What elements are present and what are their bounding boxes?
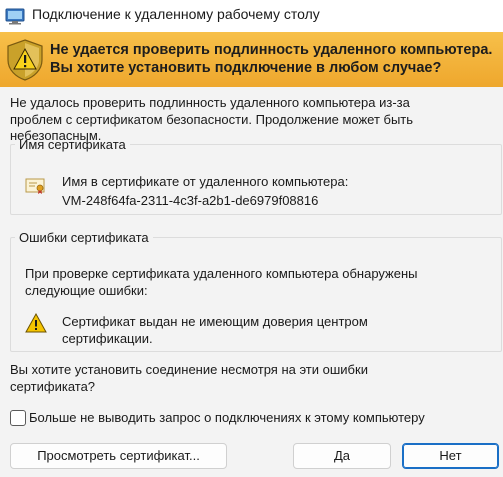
error-line-1: Сертификат выдан не имеющим доверия цент… [62,314,368,329]
dont-ask-again-checkbox[interactable] [10,410,26,426]
banner-line-1: Не удается проверить подлинность удаленн… [50,42,493,58]
connect-question: Вы хотите установить соединение несмотря… [10,362,480,395]
error-line-2: сертификации. [62,330,153,346]
certificate-name-value: VM-248f64fa-2311-4c3f-a2b1-de6979f08816 [62,193,319,208]
security-shield-warning-icon [7,39,43,81]
errors-group-legend: Ошибки сертификата [19,230,149,245]
view-certificate-button[interactable]: Просмотреть сертификат... [10,443,227,469]
question-line-2: сертификата? [10,378,96,394]
certificate-icon [25,178,45,194]
question-line-1: Вы хотите установить соединение несмотря… [10,362,368,377]
errors-description: При проверке сертификата удаленного комп… [25,266,485,299]
banner-message: Не удается проверить подлинность удаленн… [50,41,500,77]
intro-line-2: проблем с сертификатом безопасности. Про… [10,111,414,127]
warning-banner: Не удается проверить подлинность удаленн… [0,32,503,87]
certificate-group-legend: Имя сертификата [19,137,126,152]
certificate-error-item: Сертификат выдан не имеющим доверия цент… [62,314,462,347]
warning-triangle-icon [25,313,47,333]
yes-button[interactable]: Да [293,443,391,469]
certificate-errors-group: Ошибки сертификата При проверке сертифик… [10,230,502,352]
certificate-name-group: Имя сертификата Имя в сертификате от уда… [10,137,502,215]
window-title: Подключение к удаленному рабочему столу [32,6,320,22]
rdp-monitor-icon [5,8,25,25]
certificate-name-label: Имя в сертификате от удаленного компьюте… [62,174,349,189]
banner-line-2: Вы хотите установить подключение в любом… [50,60,442,76]
no-button[interactable]: Нет [402,443,499,469]
title-bar: Подключение к удаленному рабочему столу [0,0,503,32]
dont-ask-again-label[interactable]: Больше не выводить запрос о подключениях… [29,410,425,425]
intro-line-1: Не удалось проверить подлинность удаленн… [10,95,410,110]
errors-desc-line-2: следующие ошибки: [25,282,148,298]
errors-desc-line-1: При проверке сертификата удаленного комп… [25,266,418,281]
